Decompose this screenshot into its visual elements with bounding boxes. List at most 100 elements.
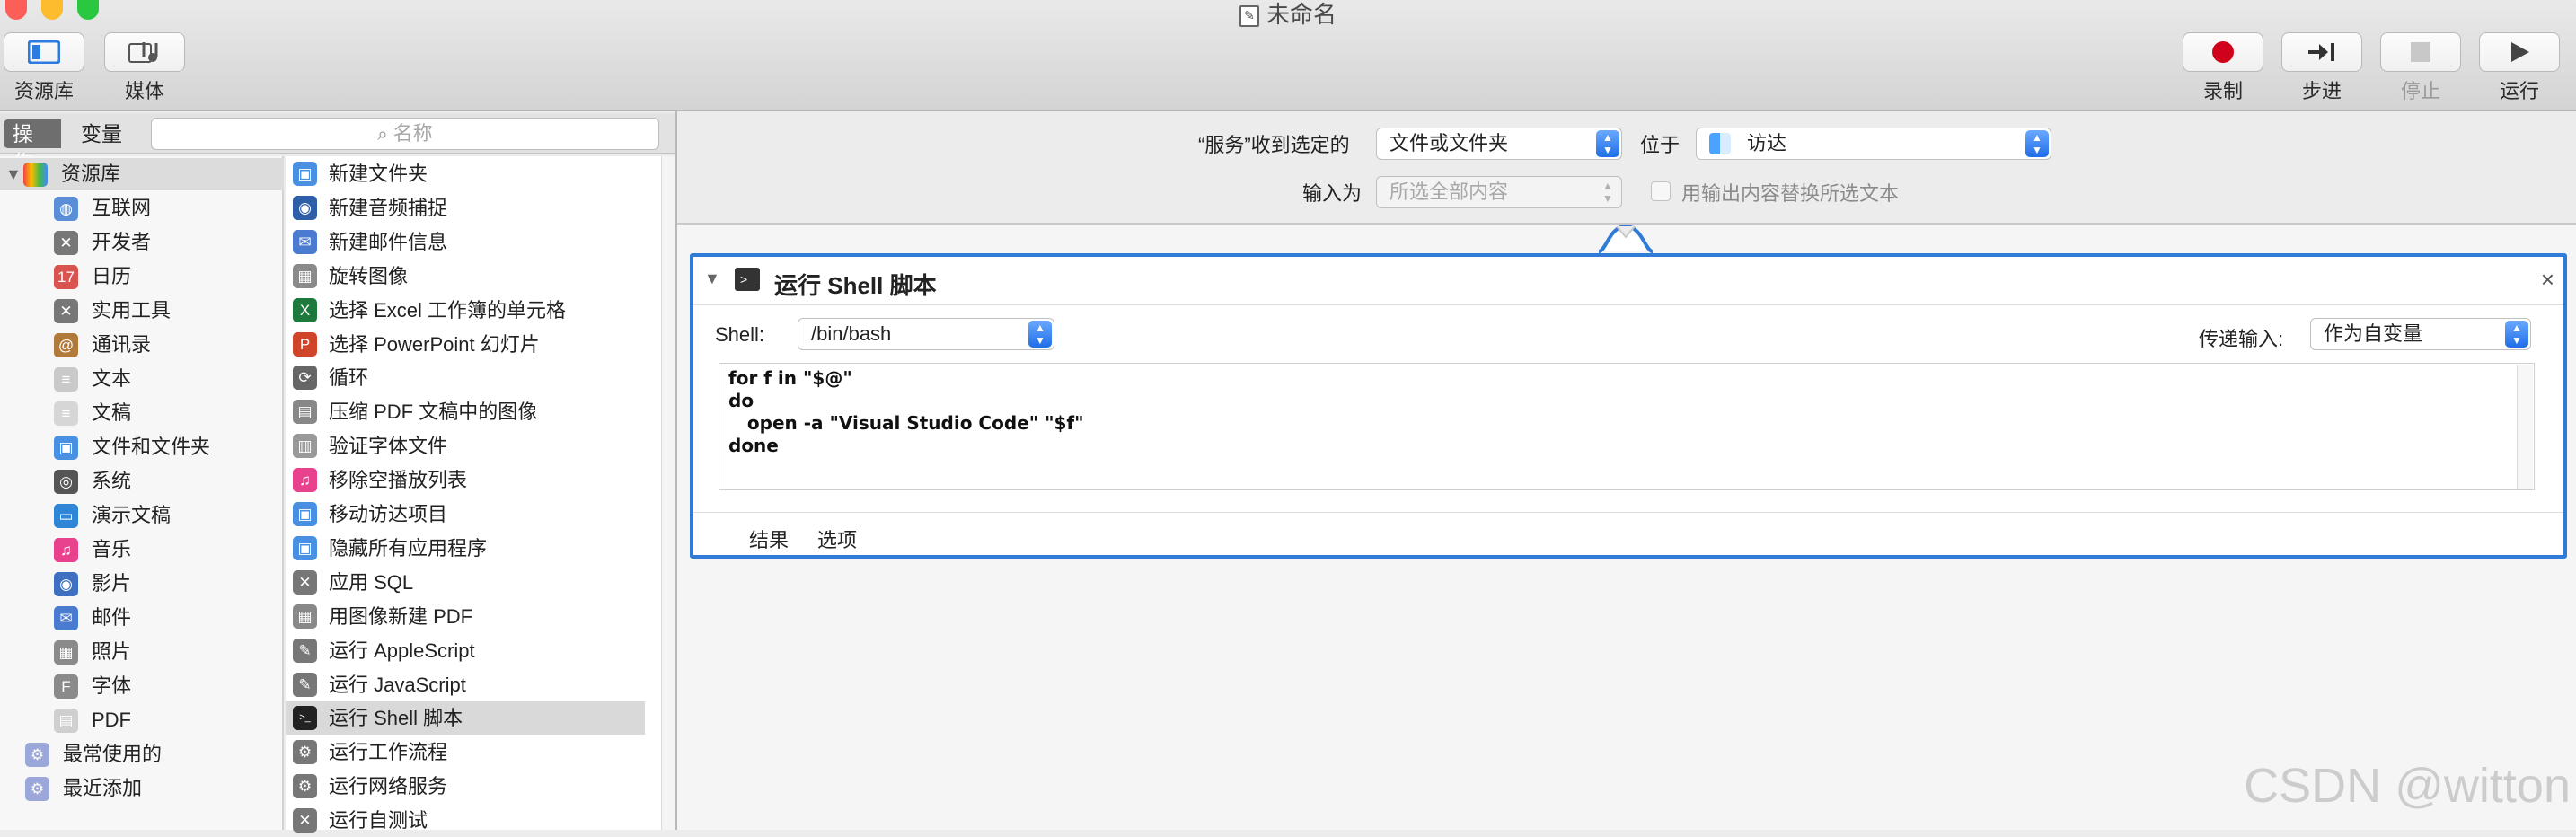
action-item-label: 循环 xyxy=(329,366,369,390)
library-item[interactable]: ✉ 邮件 xyxy=(0,602,284,634)
record-icon xyxy=(2212,41,2234,63)
action-item[interactable]: ✉ 新建邮件信息 xyxy=(286,225,645,259)
action-item[interactable]: ▣ 隐藏所有应用程序 xyxy=(286,532,645,565)
library-item[interactable]: ♫ 音乐 xyxy=(0,533,284,566)
tab-options[interactable]: 选项 xyxy=(817,524,857,553)
smart-folder[interactable]: ⚙ 最常使用的 xyxy=(0,738,284,771)
action-item[interactable]: ✕ 应用 SQL xyxy=(286,566,645,599)
action-item[interactable]: ▦ 用图像新建 PDF xyxy=(286,600,645,633)
action-item[interactable]: P 选择 PowerPoint 幻灯片 xyxy=(286,328,645,361)
library-category-icon: ▣ xyxy=(54,436,78,460)
window-title: 未命名 xyxy=(1266,1,1337,28)
library-item[interactable]: ▦ 照片 xyxy=(0,636,284,668)
library-item[interactable]: ◍ 互联网 xyxy=(0,192,284,225)
document-icon: ✎ xyxy=(1239,5,1259,28)
library-item[interactable]: ≡ 文稿 xyxy=(0,397,284,429)
collapse-triangle-icon[interactable]: ▼ xyxy=(704,269,720,288)
replace-checkbox[interactable] xyxy=(1651,181,1671,201)
action-item-label: 新建文件夹 xyxy=(329,163,428,185)
library-item[interactable]: ◎ 系统 xyxy=(0,465,284,498)
library-item-label: 系统 xyxy=(92,470,132,492)
library-item[interactable]: ▭ 演示文稿 xyxy=(0,499,284,532)
action-icon: P xyxy=(293,331,317,357)
action-item[interactable]: ⟳ 循环 xyxy=(286,361,645,394)
action-item[interactable]: ◉ 新建音频捕捉 xyxy=(286,191,645,225)
library-item[interactable]: ✕ 实用工具 xyxy=(0,295,284,327)
action-item[interactable]: >_ 运行 Shell 脚本 xyxy=(286,701,645,736)
action-item[interactable]: X 选择 Excel 工作簿的单元格 xyxy=(286,294,645,327)
action-item[interactable]: ⚙ 运行网络服务 xyxy=(286,770,645,803)
script-editor[interactable]: for f in "$@" do open -a "Visual Studio … xyxy=(719,363,2535,490)
action-item[interactable]: ♫ 移除空播放列表 xyxy=(286,463,645,497)
action-icon: ✕ xyxy=(293,808,317,833)
library-item[interactable]: ▤ PDF xyxy=(0,704,284,736)
library-button[interactable] xyxy=(4,32,84,72)
action-item[interactable]: ▥ 验证字体文件 xyxy=(286,429,645,463)
library-item[interactable]: ≡ 文本 xyxy=(0,363,284,395)
library-item[interactable]: @ 通讯录 xyxy=(0,329,284,361)
action-title: 运行 Shell 脚本 xyxy=(774,272,937,299)
library-item-label: 文稿 xyxy=(92,401,132,424)
shell-popup[interactable]: /bin/bash ▲ ▼ xyxy=(798,318,1054,350)
in-label: 位于 xyxy=(1640,134,1681,156)
smart-folder-icon: ⚙ xyxy=(25,777,49,801)
connector-icon xyxy=(1598,224,1654,253)
action-icon: ⚙ xyxy=(293,774,317,799)
close-action-icon[interactable]: × xyxy=(2541,266,2554,294)
action-item[interactable]: ✎ 运行 JavaScript xyxy=(286,668,645,701)
replace-label: 用输出内容替换所选文本 xyxy=(1681,182,1900,205)
library-item-label: 邮件 xyxy=(92,606,132,629)
actions-scrollbar[interactable] xyxy=(661,156,675,830)
watermark: CSDN @witton xyxy=(2244,759,2571,813)
action-item-label: 移除空播放列表 xyxy=(329,469,468,492)
library-item[interactable]: ◉ 影片 xyxy=(0,568,284,600)
pass-input-value: 作为自变量 xyxy=(2324,322,2423,345)
record-button[interactable] xyxy=(2183,32,2263,72)
library-item[interactable]: ✕ 开发者 xyxy=(0,226,284,259)
library-label: 资源库 xyxy=(13,80,74,102)
action-item[interactable]: ▦ 旋转图像 xyxy=(286,260,645,293)
library-item-label: 互联网 xyxy=(92,197,152,219)
smart-folder[interactable]: ⚙ 最近添加 xyxy=(0,772,284,805)
action-item-label: 选择 PowerPoint 幻灯片 xyxy=(329,332,540,356)
disclosure-triangle-icon: ▼ xyxy=(5,165,22,183)
action-item-label: 运行网络服务 xyxy=(329,775,448,798)
pass-input-popup[interactable]: 作为自变量 ▲ ▼ xyxy=(2310,318,2531,350)
action-item[interactable]: ▣ 新建文件夹 xyxy=(286,157,645,190)
action-item-label: 隐藏所有应用程序 xyxy=(329,536,488,559)
in-popup[interactable]: 访达 ▲ ▼ xyxy=(1696,128,2051,160)
tab-variables[interactable]: 变量 xyxy=(72,119,135,148)
action-item-label: 新建邮件信息 xyxy=(329,230,448,253)
input-popup[interactable]: 所选全部内容 ▲ ▼ xyxy=(1376,176,1622,208)
receives-popup[interactable]: 文件或文件夹 ▲ ▼ xyxy=(1376,128,1622,160)
action-item[interactable]: ▤ 压缩 PDF 文稿中的图像 xyxy=(286,395,645,428)
library-item[interactable]: 17 日历 xyxy=(0,260,284,293)
library-item-label: PDF xyxy=(92,709,131,731)
stop-button[interactable] xyxy=(2380,32,2461,72)
tab-results[interactable]: 结果 xyxy=(749,524,789,553)
action-item[interactable]: ✕ 运行自测试 xyxy=(286,804,645,837)
media-button[interactable] xyxy=(104,32,185,72)
tab-actions[interactable]: 操作 xyxy=(4,119,61,174)
library-category-icon: ▤ xyxy=(54,709,78,733)
editor-scrollbar[interactable] xyxy=(2517,365,2533,489)
window-title-area: ✎ 未命名 xyxy=(0,0,2576,30)
action-item[interactable]: ⚙ 运行工作流程 xyxy=(286,736,645,769)
action-item[interactable]: ▣ 移动访达项目 xyxy=(286,498,645,531)
step-button[interactable] xyxy=(2281,32,2362,72)
search-input[interactable]: ⌕ 名称 xyxy=(151,118,659,150)
action-item[interactable]: ✎ 运行 AppleScript xyxy=(286,634,645,667)
library-root[interactable]: ▼ 资源库 xyxy=(0,158,284,190)
action-item-label: 旋转图像 xyxy=(329,264,409,287)
library-item[interactable]: ▣ 文件和文件夹 xyxy=(0,431,284,463)
media-label: 媒体 xyxy=(124,80,164,102)
popup-arrows-icon: ▲ ▼ xyxy=(2025,130,2049,157)
library-icon xyxy=(28,40,60,64)
run-button[interactable] xyxy=(2479,32,2560,72)
library-item-label: 日历 xyxy=(92,265,132,287)
shell-value: /bin/bash xyxy=(811,322,892,345)
library-category-icon: ✉ xyxy=(54,606,78,630)
action-item-label: 压缩 PDF 文稿中的图像 xyxy=(329,401,538,424)
library-item[interactable]: F 字体 xyxy=(0,670,284,702)
run-icon xyxy=(2511,42,2529,62)
